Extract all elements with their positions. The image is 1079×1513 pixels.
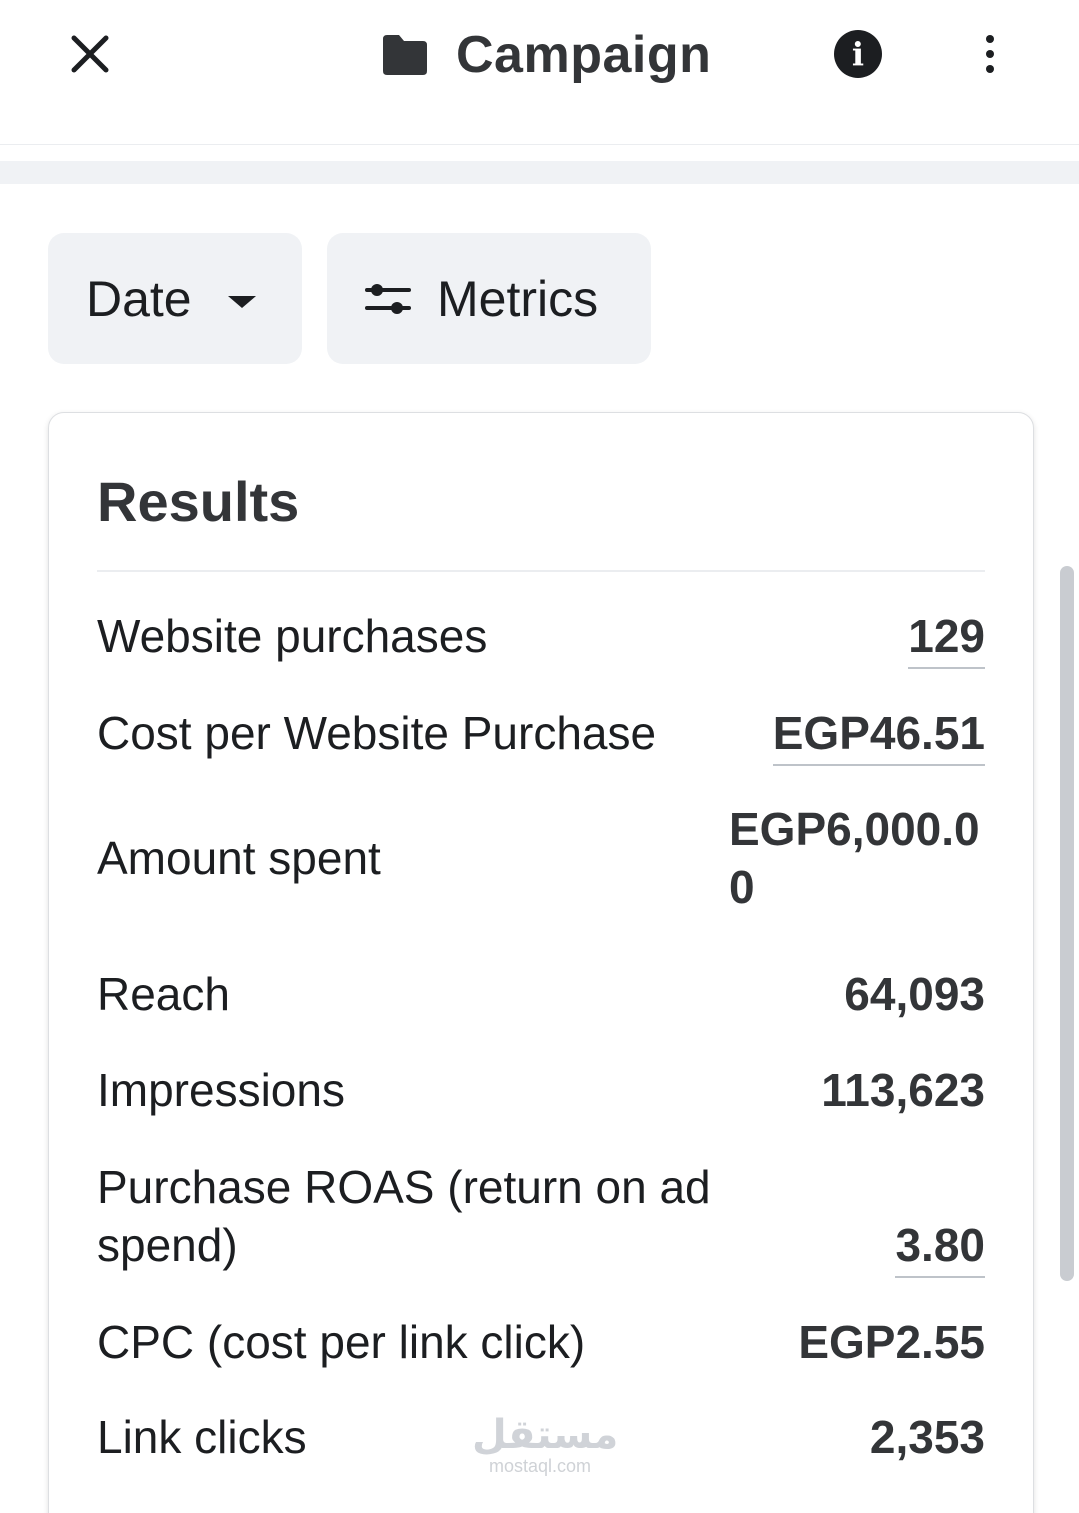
- metric-label: Link clicks: [97, 1411, 307, 1463]
- metric-value-website-purchases[interactable]: 129: [908, 607, 985, 669]
- divider: [97, 570, 985, 572]
- metric-label: Website purchases: [97, 610, 488, 662]
- date-filter-button[interactable]: Date: [48, 233, 302, 364]
- close-icon: [71, 35, 109, 73]
- date-filter-label: Date: [86, 270, 192, 327]
- metric-row-website-purchases: Website purchases 129: [97, 607, 985, 671]
- results-heading: Results: [97, 470, 300, 533]
- page-title: Campaign: [456, 26, 712, 84]
- metric-value-reach: 64,093: [844, 968, 985, 1020]
- metrics-filter-button[interactable]: Metrics: [327, 233, 651, 364]
- metric-row-purchase-roas: Purchase ROAS (return on ad spend) 3.80: [97, 1158, 985, 1282]
- more-options-button[interactable]: [968, 30, 1012, 78]
- top-app-bar: Campaign i: [0, 0, 1079, 145]
- scrollbar[interactable]: [1060, 566, 1074, 1281]
- metric-label: Reach: [97, 968, 230, 1020]
- metric-label: CPC (cost per link click): [97, 1316, 586, 1368]
- caret-down-icon: [227, 295, 256, 308]
- title-group: Campaign: [380, 22, 711, 88]
- metric-label: Impressions: [97, 1064, 345, 1116]
- metric-label: Cost per Website Purchase: [97, 707, 657, 759]
- metric-value-link-clicks: 2,353: [869, 1411, 985, 1463]
- metric-row-cost-per-purchase: Cost per Website Purchase EGP46.51: [97, 704, 985, 768]
- metric-value-purchase-roas[interactable]: 3.80: [895, 1216, 985, 1278]
- metrics-filter-label: Metrics: [437, 270, 599, 327]
- campaign-insights-screen: Campaign i Date Metrics Results Website …: [0, 0, 1079, 1513]
- more-vertical-icon: [986, 35, 994, 43]
- metric-value-impressions: 113,623: [821, 1064, 985, 1116]
- sliders-icon: [365, 283, 411, 314]
- metric-value-cpc: EGP2.55: [798, 1316, 985, 1368]
- metric-row-reach: Reach 64,093: [97, 965, 985, 1029]
- results-card: Results Website purchases 129 Cost per W…: [48, 412, 1034, 1513]
- metric-row-impressions: Impressions 113,623: [97, 1061, 985, 1125]
- metric-row-link-clicks: Link clicks 2,353: [97, 1408, 985, 1472]
- metric-value-cost-per-purchase[interactable]: EGP46.51: [772, 704, 985, 766]
- metric-label: Purchase ROAS (return on ad spend): [97, 1161, 711, 1271]
- metric-row-cpc: CPC (cost per link click) EGP2.55: [97, 1313, 985, 1377]
- folder-icon: [383, 35, 427, 75]
- section-separator: [0, 161, 1079, 184]
- info-icon: i: [851, 35, 865, 73]
- info-button[interactable]: i: [834, 30, 882, 78]
- metric-label: Amount spent: [97, 832, 381, 884]
- close-button[interactable]: [62, 26, 118, 82]
- metric-row-amount-spent: Amount spent EGP6,000.0 0: [97, 800, 985, 920]
- metric-value-amount-spent: EGP6,000.0 0: [729, 803, 980, 913]
